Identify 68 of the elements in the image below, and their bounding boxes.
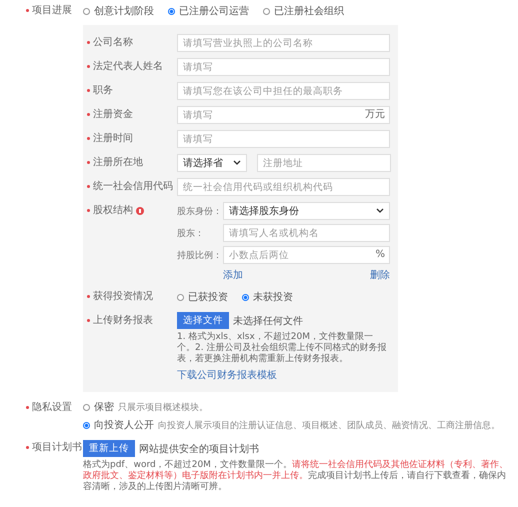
field-label: 上传财务报表 bbox=[87, 312, 177, 330]
plan-note: 格式为pdf、word，不超过20M，文件数量限一个。请将统一社会信用代码及其他佐证材料（专利、著作、政府批文、鉴定材料等）电子版附在计划书内一并上传。完成项目计划书上传后，请自行下载查看，确保内容清晰，涉及的上传图片清晰可辨。 bbox=[83, 460, 509, 493]
file-status: 网站提供安全的项目计划书 bbox=[139, 442, 259, 456]
reupload-button[interactable]: 重新上传 bbox=[83, 440, 135, 457]
field-label: 职务 bbox=[87, 82, 177, 100]
template-link[interactable]: 下载公司财务报表模板 bbox=[177, 370, 277, 381]
radio-icon[interactable] bbox=[168, 8, 175, 14]
field-label: 法定代表人姓名 bbox=[87, 58, 177, 76]
field-label: 获得投资情况 bbox=[87, 288, 177, 306]
chevron-down-icon bbox=[233, 160, 241, 166]
text-field[interactable]: 请填写营业执照上的公司名称 bbox=[177, 34, 390, 52]
option-description: 只展示项目概述模块。 bbox=[118, 402, 208, 414]
radio-option[interactable]: 已注册社会组织 bbox=[263, 4, 344, 18]
radio-option[interactable]: 向投资人公开 向投资人展示项目的注册认证信息、项目概述、团队成员、融资情况、工商注册信息。 bbox=[83, 418, 500, 432]
required-dot-icon bbox=[87, 88, 90, 92]
field-label: 公司名称 bbox=[87, 34, 177, 52]
radio-option[interactable]: 创意计划阶段 bbox=[83, 4, 154, 18]
delete-link[interactable]: 删除 bbox=[370, 268, 390, 282]
radio-icon[interactable] bbox=[263, 8, 270, 14]
unit-label: 万元 bbox=[365, 109, 385, 121]
radio-icon[interactable] bbox=[83, 422, 90, 428]
radio-option[interactable]: 已获投资 bbox=[177, 290, 228, 304]
required-dot-icon bbox=[87, 318, 90, 322]
required-dot-icon bbox=[87, 136, 90, 140]
field-label: 注册资金 bbox=[87, 106, 177, 124]
radio-option[interactable]: 未获投资 bbox=[242, 290, 293, 304]
choose-file-button[interactable]: 选择文件 bbox=[177, 312, 229, 329]
upload-note: 1. 格式为xls、xlsx，不超过20M，文件数量限一个。2. 注册公司及社会组织需上传不同格式的财务报表，若更换注册机构需重新上传财务报表。 bbox=[177, 332, 388, 365]
required-dot-icon bbox=[87, 112, 90, 116]
text-field[interactable]: 请填写人名或机构名 bbox=[223, 224, 390, 242]
field-label: 隐私设置 bbox=[0, 400, 83, 416]
field-label: 股东身份： bbox=[177, 206, 223, 218]
required-dot-icon bbox=[87, 64, 90, 68]
unit-label: % bbox=[375, 249, 385, 261]
field-label: 项目进展 bbox=[0, 3, 83, 19]
required-dot-icon bbox=[87, 184, 90, 188]
required-dot-icon bbox=[87, 294, 90, 298]
field-label: 持股比例： bbox=[177, 250, 223, 262]
file-status: 未选择任何文件 bbox=[233, 314, 303, 328]
text-field[interactable]: 请填写 bbox=[177, 130, 390, 148]
radio-option[interactable]: 保密 只展示项目概述模块。 bbox=[83, 400, 208, 414]
add-link[interactable]: 添加 bbox=[223, 268, 243, 282]
field-label: 股东： bbox=[177, 228, 205, 240]
province-select[interactable]: 请选择省 bbox=[177, 154, 247, 172]
text-field[interactable]: 请填写 bbox=[177, 58, 390, 76]
radio-icon[interactable] bbox=[83, 8, 90, 14]
field-label: 注册所在地 bbox=[87, 154, 177, 172]
text-field[interactable]: 请填写您在该公司中担任的最高职务 bbox=[177, 82, 390, 100]
required-dot-icon bbox=[26, 8, 29, 12]
radio-option[interactable]: 已注册公司运营 bbox=[168, 4, 249, 18]
help-icon[interactable] bbox=[136, 207, 144, 215]
radio-icon[interactable] bbox=[83, 404, 90, 410]
option-description: 向投资人展示项目的注册认证信息、项目概述、团队成员、融资情况、工商注册信息。 bbox=[158, 420, 500, 432]
address-field[interactable]: 注册地址 bbox=[257, 154, 391, 172]
required-dot-icon bbox=[87, 160, 90, 164]
text-field[interactable]: 统一社会信用代码或组织机构代码 bbox=[177, 178, 390, 196]
required-dot-icon bbox=[26, 446, 29, 449]
radio-icon[interactable] bbox=[177, 294, 184, 300]
required-dot-icon bbox=[87, 208, 90, 212]
field-label: 注册时间 bbox=[87, 130, 177, 148]
field-label: 统一社会信用代码 bbox=[87, 178, 177, 196]
required-dot-icon bbox=[87, 40, 90, 44]
field-label: 项目计划书 bbox=[0, 440, 83, 456]
chevron-down-icon bbox=[376, 208, 384, 214]
required-dot-icon bbox=[26, 406, 29, 409]
shareholder-select[interactable]: 请选择股东身份 bbox=[223, 202, 390, 220]
field-label: 股权结构 bbox=[87, 202, 177, 220]
radio-icon[interactable] bbox=[242, 294, 249, 300]
